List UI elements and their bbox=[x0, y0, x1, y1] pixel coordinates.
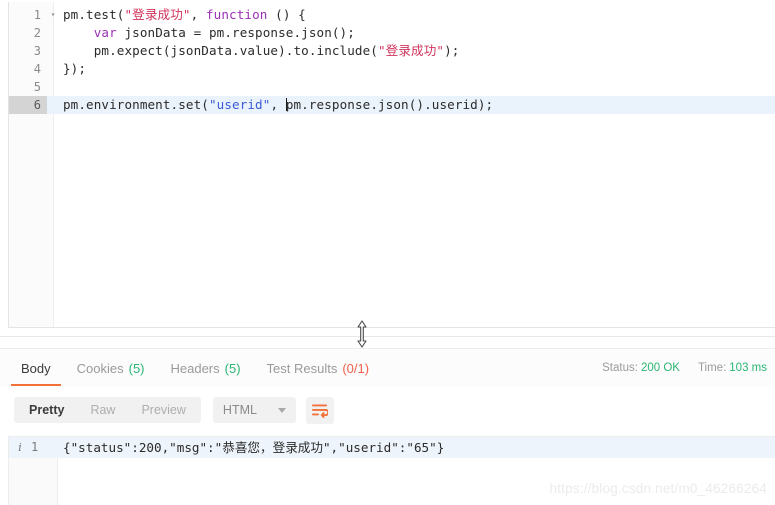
code-token: , bbox=[190, 7, 206, 22]
code-token: function bbox=[205, 7, 268, 22]
code-line[interactable]: 4}); bbox=[9, 60, 775, 78]
editor-lines[interactable]: 1 ▾ pm.test("登录成功", function () {2 var jso… bbox=[9, 2, 775, 114]
tab-label: Body bbox=[21, 360, 51, 376]
tab-count: (5) bbox=[128, 360, 145, 376]
code-token: ); bbox=[444, 43, 460, 58]
tab-label: Test Results bbox=[266, 360, 338, 376]
code-token: pm.expect(jsonData.value).to.include( bbox=[63, 43, 378, 58]
response-tab-bar: Body Cookies (5) Headers (5) Test Results (0/1… bbox=[0, 350, 775, 388]
code-editor[interactable]: 1 ▾ pm.test("登录成功", function () {2 var jso… bbox=[8, 2, 775, 328]
code-token: jsonData = pm.response.json(); bbox=[116, 25, 355, 40]
code-token: "登录成功" bbox=[377, 43, 445, 58]
code-token: pm.test( bbox=[63, 7, 125, 22]
response-body-line[interactable]: i 1 {"status":200,"msg":"恭喜您，登录成功","userid… bbox=[9, 437, 775, 458]
tab-count: (0/1) bbox=[342, 360, 370, 376]
body-view-toolbar: Pretty Raw Preview HTML bbox=[0, 387, 775, 433]
postman-response-screen: 1 ▾ pm.test("登录成功", function () {2 var jso… bbox=[0, 0, 775, 505]
code-token: , bbox=[270, 97, 286, 112]
view-mode-raw[interactable]: Raw bbox=[77, 399, 128, 421]
chevron-down-icon bbox=[277, 407, 286, 413]
status-value: 200 OK bbox=[640, 362, 680, 374]
response-tabs[interactable]: Body Cookies (5) Headers (5) Test Results (0/1… bbox=[8, 350, 382, 386]
code-text[interactable]: }); bbox=[59, 60, 775, 78]
code-line[interactable]: 3 pm.expect(jsonData.value).to.include("… bbox=[9, 42, 775, 60]
line-number: 5 bbox=[33, 80, 41, 94]
code-line[interactable]: 6 pm.environment.set("userid", pm.respons… bbox=[9, 96, 775, 114]
wrap-lines-icon bbox=[312, 404, 329, 418]
status-badge: Status: 200 OK bbox=[602, 362, 680, 374]
time-badge: Time: 103 ms bbox=[698, 362, 767, 374]
code-token: }); bbox=[63, 61, 87, 76]
panel-divider-secondary bbox=[0, 348, 775, 349]
code-text[interactable]: pm.environment.set("userid", pm.response… bbox=[59, 96, 775, 114]
code-token: "登录成功" bbox=[124, 7, 191, 22]
tab-label: Headers bbox=[170, 360, 220, 376]
view-mode-pretty[interactable]: Pretty bbox=[16, 399, 78, 421]
tab-cookies[interactable]: Cookies (5) bbox=[64, 350, 158, 386]
response-body-lines[interactable]: i 1 {"status":200,"msg":"恭喜您，登录成功","userid… bbox=[9, 437, 775, 458]
code-token: pm.response.json().userid); bbox=[285, 97, 494, 112]
tab-label: Cookies bbox=[76, 360, 124, 376]
fold-arrow-icon[interactable]: ▾ bbox=[47, 6, 59, 24]
tab-body[interactable]: Body bbox=[8, 350, 64, 386]
time-value: 103 ms bbox=[729, 362, 767, 374]
line-number: 1 bbox=[33, 8, 41, 22]
line-number: 3 bbox=[33, 44, 41, 58]
line-number: 6 bbox=[9, 96, 47, 114]
code-token: pm.environment.set( bbox=[63, 97, 209, 112]
code-text[interactable]: pm.test("登录成功", function () { bbox=[59, 6, 775, 24]
code-text[interactable]: pm.expect(jsonData.value).to.include("登录… bbox=[59, 42, 775, 60]
tab-test-results[interactable]: Test Results (0/1) bbox=[254, 350, 383, 386]
response-line-number: 1 bbox=[31, 440, 39, 454]
view-mode-preview[interactable]: Preview bbox=[128, 399, 198, 421]
view-mode-group[interactable]: Pretty Raw Preview bbox=[14, 397, 201, 423]
codemirror-wrapper[interactable]: 1 ▾ pm.test("登录成功", function () {2 var jso… bbox=[9, 2, 775, 327]
info-icon[interactable]: i bbox=[9, 437, 31, 458]
response-meta: Status: 200 OK Time: 103 ms bbox=[602, 350, 767, 386]
status-label: Status: bbox=[602, 362, 638, 374]
code-line[interactable]: 5 bbox=[9, 78, 775, 96]
watermark: https://blog.csdn.net/m0_46266264 bbox=[549, 481, 767, 496]
tests-script-panel: 1 ▾ pm.test("登录成功", function () {2 var jso… bbox=[0, 0, 775, 336]
code-text[interactable]: var jsonData = pm.response.json(); bbox=[59, 24, 775, 42]
code-text[interactable] bbox=[59, 78, 775, 96]
code-token: () { bbox=[267, 7, 306, 22]
body-format-label: HTML bbox=[222, 403, 257, 417]
panel-divider bbox=[0, 336, 775, 337]
line-number: 4 bbox=[33, 62, 41, 76]
time-label: Time: bbox=[697, 362, 727, 374]
line-number: 2 bbox=[33, 26, 41, 40]
code-line[interactable]: 2 var jsonData = pm.response.json(); bbox=[9, 24, 775, 42]
response-body-text: {"status":200,"msg":"恭喜您，登录成功","userid":… bbox=[63, 440, 445, 455]
code-token: "userid" bbox=[208, 97, 271, 112]
wrap-lines-button[interactable] bbox=[305, 396, 334, 424]
body-format-dropdown[interactable]: HTML bbox=[212, 397, 296, 423]
code-token: var bbox=[93, 25, 117, 40]
vertical-resize-cursor[interactable] bbox=[355, 320, 369, 348]
tab-headers[interactable]: Headers (5) bbox=[158, 350, 254, 386]
tab-count: (5) bbox=[224, 360, 241, 376]
code-line[interactable]: 1 ▾ pm.test("登录成功", function () { bbox=[9, 6, 775, 24]
